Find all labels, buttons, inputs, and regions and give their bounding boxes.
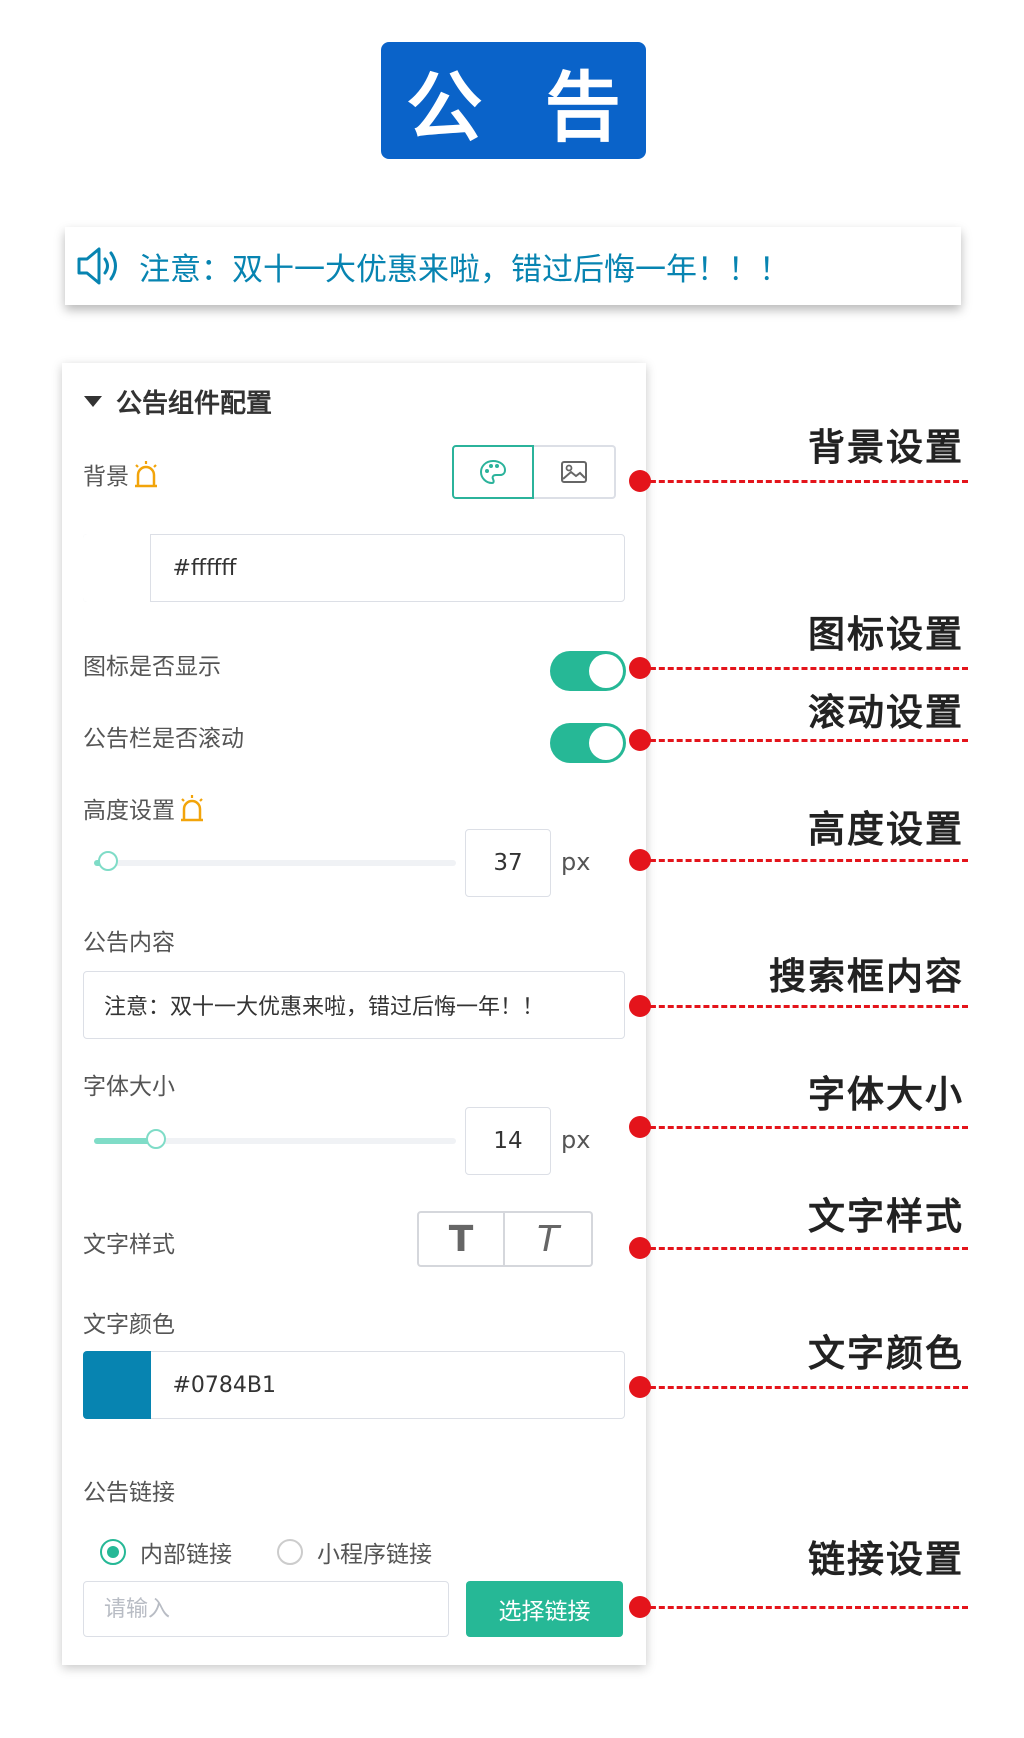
page-title: 公 告 [406,62,639,152]
text-color-value: #0784B1 [172,1372,277,1398]
notice-bar-preview: 注意：双十一大优惠来啦，错过后悔一年！！！ [65,227,961,305]
font-size-label: 字体大小 [83,1074,175,1100]
notice-text: 注意：双十一大优惠来啦，错过后悔一年！！！ [139,251,790,288]
italic-style-button[interactable]: T [505,1211,593,1267]
background-label: 背景 [83,464,129,490]
annotation-line [641,859,968,862]
radio-miniprogram-link-label: 小程序链接 [317,1542,432,1568]
icon-show-switch[interactable] [550,651,626,691]
font-size-slider-thumb[interactable] [146,1129,166,1149]
notice-config-panel: 公告组件配置 背景 #ffffff 图标是否显示 公告栏是否滚动 高度设置 37… [62,363,646,1665]
background-color-option[interactable] [452,445,534,499]
background-color-swatch[interactable] [82,534,151,602]
annotation-text-style: 文字样式 [808,1195,964,1238]
panel-title: 公告组件配置 [116,389,273,419]
switch-knob [589,726,623,760]
annotation-line [641,1126,968,1129]
annotation-dot [629,995,651,1017]
annotation-line [641,667,968,670]
annotation-line [641,1386,968,1389]
background-label-row: 背景 [83,457,160,491]
switch-knob [589,654,623,688]
height-slider[interactable] [94,851,456,871]
link-input[interactable] [104,1596,448,1622]
annotation-line [641,1005,968,1008]
panel-header[interactable]: 公告组件配置 [84,383,272,420]
radio-internal-link-label: 内部链接 [140,1542,232,1568]
text-color-label: 文字颜色 [83,1312,175,1338]
annotation-scroll: 滚动设置 [808,691,964,734]
annotation-dot [629,1376,651,1398]
annotation-font-size: 字体大小 [808,1073,964,1116]
text-style-label: 文字样式 [83,1232,175,1258]
select-link-button[interactable]: 选择链接 [466,1581,623,1637]
height-unit: px [561,848,591,876]
annotation-dot [629,470,651,492]
palette-icon [479,459,507,485]
height-input[interactable]: 37 [465,829,551,897]
radio-circle-selected[interactable] [100,1539,126,1565]
annotation-line [641,739,968,742]
content-input[interactable]: 注意：双十一大优惠来啦，错过后悔一年！！ [83,971,625,1039]
font-size-slider[interactable] [94,1129,456,1149]
text-style-toggle: T T [417,1211,593,1267]
page-title-badge: 公 告 [381,42,646,159]
annotation-background: 背景设置 [808,426,964,469]
bold-style-button[interactable]: T [417,1211,505,1267]
font-size-input[interactable]: 14 [465,1107,551,1175]
alarm-light-icon [135,461,157,488]
height-slider-thumb[interactable] [98,851,118,871]
radio-internal-link[interactable]: 内部链接 [100,1535,232,1569]
annotation-line [641,480,968,483]
background-type-toggle [452,445,616,499]
scroll-switch[interactable] [550,723,626,763]
annotation-dot [629,729,651,751]
annotation-line [641,1606,968,1609]
background-color-value: #ffffff [172,555,237,581]
annotation-dot [629,1116,651,1138]
text-color-swatch[interactable] [82,1351,151,1419]
height-label-row: 高度设置 [83,791,206,825]
annotation-icon: 图标设置 [808,613,964,656]
text-color-field[interactable]: #0784B1 [82,1351,625,1419]
annotation-line [641,1247,968,1250]
alarm-light-icon [181,795,203,822]
radio-circle[interactable] [277,1539,303,1565]
content-label: 公告内容 [83,930,175,956]
height-label: 高度设置 [83,798,175,824]
annotation-content: 搜索框内容 [769,955,964,998]
icon-show-label: 图标是否显示 [83,654,221,680]
background-image-option[interactable] [534,445,616,499]
collapse-triangle-icon[interactable] [84,396,102,407]
annotation-dot [629,657,651,679]
annotation-height: 高度设置 [808,808,964,851]
background-color-field[interactable]: #ffffff [82,534,625,602]
annotation-dot [629,1596,651,1618]
annotation-dot [629,1237,651,1259]
font-size-unit: px [561,1126,591,1154]
link-label: 公告链接 [83,1480,175,1506]
annotation-text-color: 文字颜色 [808,1332,964,1375]
speaker-icon [77,247,117,285]
annotation-dot [629,849,651,871]
scroll-label: 公告栏是否滚动 [83,726,244,752]
annotation-link: 链接设置 [808,1538,964,1581]
radio-miniprogram-link[interactable]: 小程序链接 [277,1535,432,1569]
image-icon [561,461,587,483]
link-input-wrapper [83,1581,449,1637]
